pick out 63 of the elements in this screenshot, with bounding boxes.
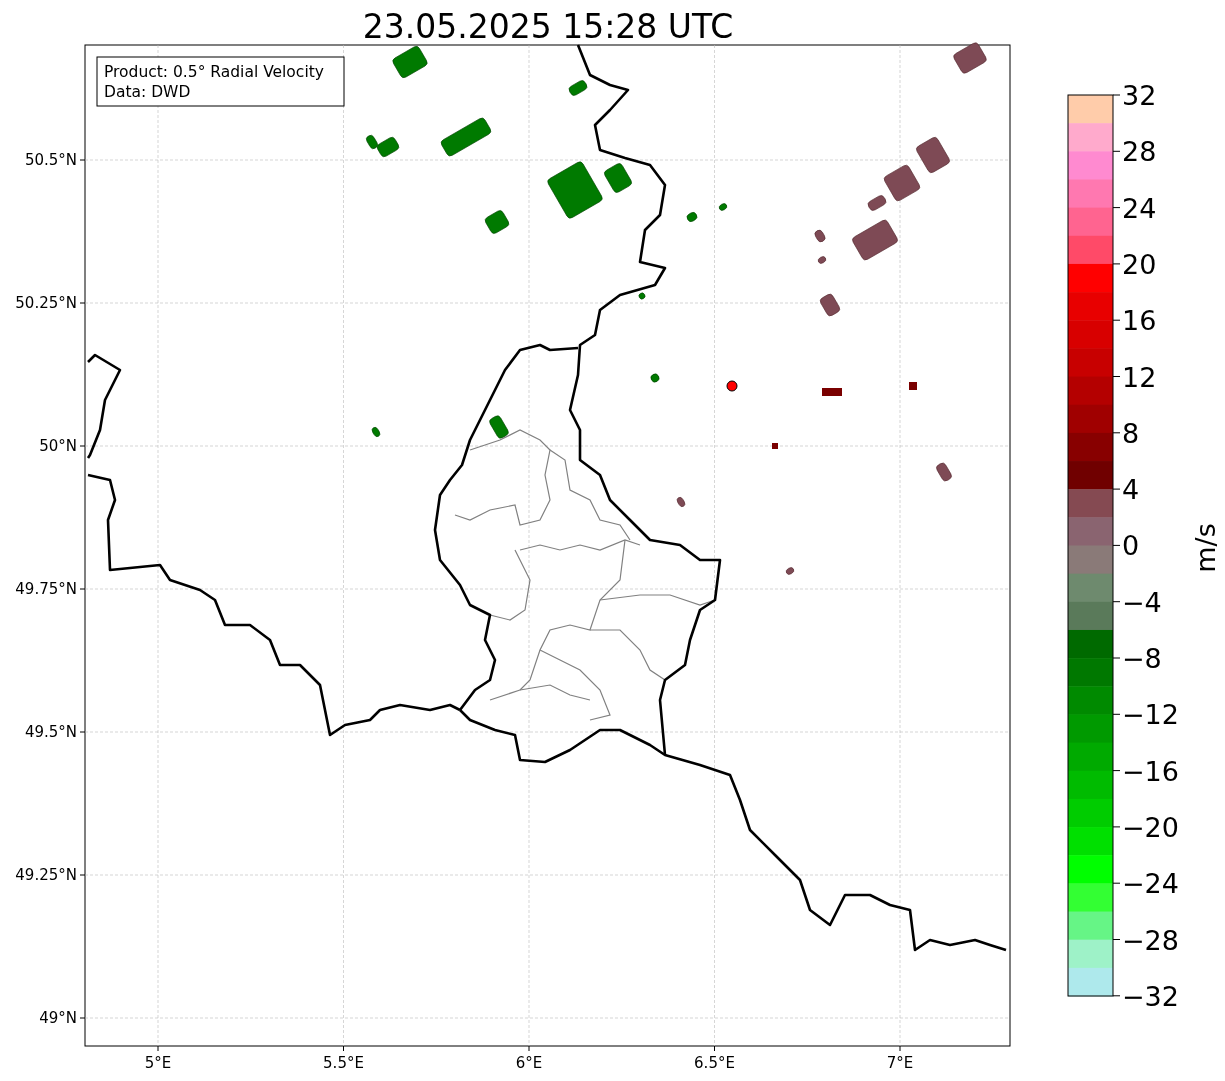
colorbar-tick: [1112, 263, 1121, 265]
latitude-label: 50.5°N: [24, 151, 77, 169]
colorbar-label: 8: [1122, 417, 1140, 449]
colorbar-tick: [1112, 488, 1121, 490]
colorbar-tick: [1112, 319, 1121, 321]
colorbar-tick: [1112, 882, 1121, 884]
latitude-label: 49°N: [39, 1009, 77, 1027]
info-text: Product: 0.5° Radial Velocity: [104, 63, 324, 81]
longitude-label: 6.5°E: [694, 1054, 735, 1072]
info-text: Data: DWD: [104, 83, 191, 101]
colorbar-tick: [1112, 544, 1121, 546]
colorbar-tick: [1112, 376, 1121, 377]
colorbar-tick: [1112, 939, 1121, 940]
colorbar-label: 4: [1122, 474, 1140, 506]
colorbar-tick: [1112, 601, 1121, 603]
radar-site-marker: [726, 380, 738, 392]
axis-tick: [714, 1045, 715, 1052]
colorbar-label: −24: [1122, 868, 1179, 900]
colorbar-label: 32: [1122, 80, 1157, 111]
latitude-label: 50.25°N: [15, 294, 77, 312]
longitude-label: 6°E: [515, 1054, 543, 1072]
longitude-label: 5.5°E: [323, 1054, 364, 1072]
colorbar-label: 28: [1122, 136, 1157, 168]
axis-tick: [899, 1045, 901, 1052]
colorbar-label: 20: [1122, 248, 1157, 280]
colorbar-tick: [1112, 207, 1121, 209]
colorbar-label: −20: [1122, 811, 1179, 843]
colorbar-tick: [1112, 995, 1121, 997]
axis-tick: [79, 445, 86, 447]
axis-tick: [79, 302, 86, 304]
axis-tick: [79, 588, 86, 590]
axis-tick: [79, 159, 86, 161]
colorbar-tick: [1112, 770, 1121, 772]
longitude-label: 7°E: [886, 1054, 914, 1072]
colorbar-tick: [1112, 713, 1121, 715]
colorbar-tick: [1112, 94, 1121, 96]
colorbar-label: −4: [1122, 586, 1162, 618]
colorbar-label: 16: [1122, 305, 1157, 337]
longitude-label: 5°E: [144, 1054, 172, 1072]
latitude-label: 49.5°N: [24, 723, 77, 741]
figure-title: 23.05.2025 15:28 UTC: [362, 7, 734, 46]
colorbar-label: −16: [1122, 755, 1179, 787]
axis-tick: [528, 1045, 530, 1052]
colorbar-tick: [1112, 432, 1121, 434]
axis-tick: [79, 874, 86, 876]
colorbar-label: 0: [1122, 530, 1140, 562]
latitude-label: 50°N: [39, 437, 77, 455]
colorbar-label: −8: [1122, 643, 1162, 674]
colorbar-tick: [1112, 826, 1121, 828]
latitude-label: 49.25°N: [15, 866, 77, 884]
axis-tick: [343, 1045, 344, 1052]
axis-tick: [79, 731, 86, 733]
axis-tick: [79, 1017, 86, 1019]
colorbar-tick: [1112, 150, 1121, 152]
colorbar-label: −12: [1122, 699, 1179, 731]
colorbar-label: 24: [1122, 192, 1157, 224]
latitude-label: 49.75°N: [15, 580, 77, 598]
axis-tick: [157, 1045, 159, 1052]
colorbar-label: −32: [1122, 980, 1179, 1012]
colorbar-unit: m/s: [1190, 523, 1221, 573]
colorbar-tick: [1112, 657, 1121, 659]
colorbar-label: 12: [1122, 361, 1157, 393]
colorbar-label: −28: [1122, 924, 1179, 956]
